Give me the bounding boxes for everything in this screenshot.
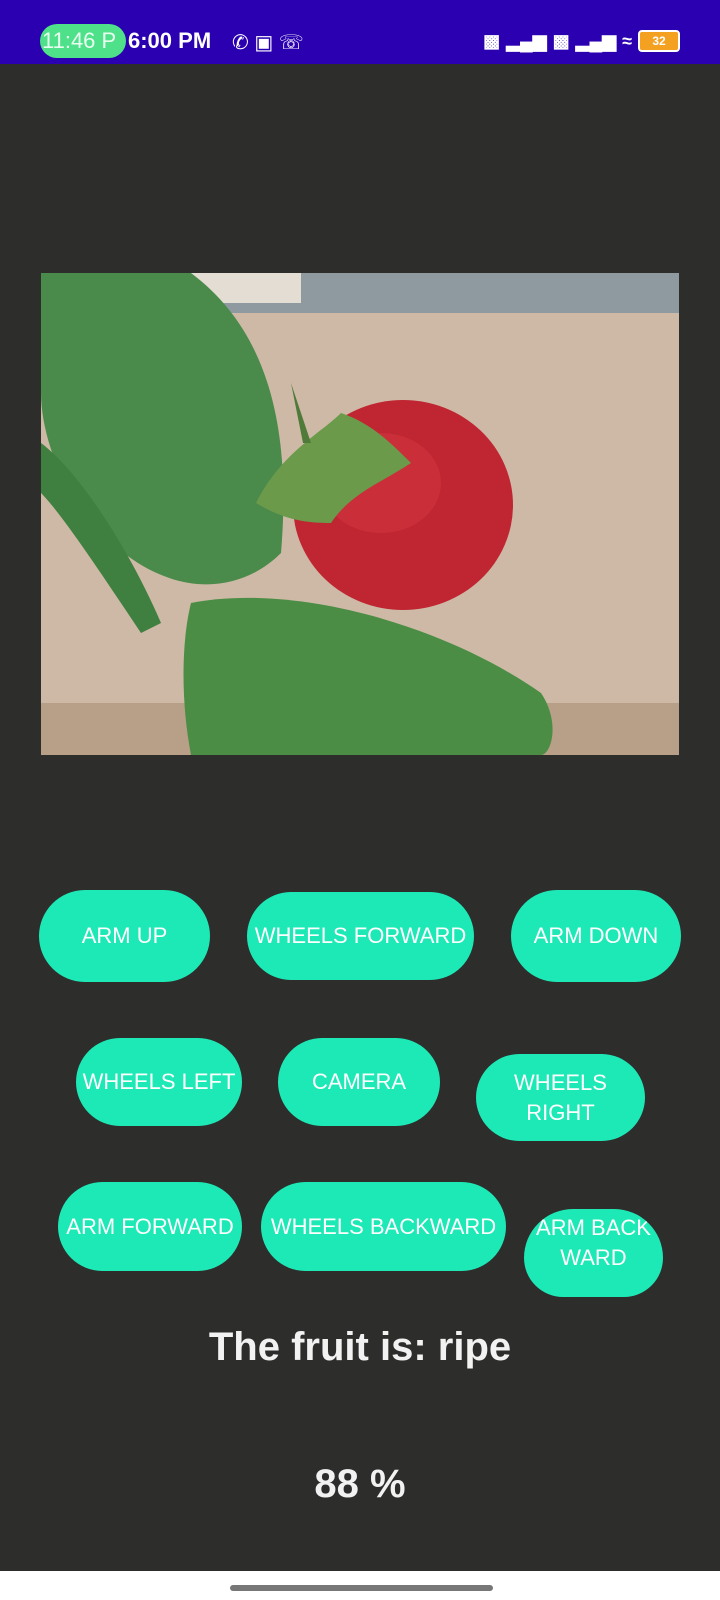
- arm-forward-button[interactable]: ARM FORWARD: [58, 1182, 242, 1271]
- hd-icon: ▩: [483, 30, 501, 51]
- hd-icon: ▩: [552, 30, 570, 51]
- screen-record-icon: ▣: [254, 32, 274, 54]
- wheels-forward-button[interactable]: WHEELS FORWARD: [247, 892, 474, 980]
- arm-down-button[interactable]: ARM DOWN: [511, 890, 681, 982]
- status-bar: 11:46 P 6:00 PM ✆ ▣ ☏ ▩ ▂▄▆ ▩ ▂▄▆ ≈ 32: [0, 0, 720, 64]
- arm-up-button[interactable]: ARM UP: [39, 890, 210, 982]
- fruit-image: [41, 273, 679, 755]
- status-time: 6:00 PM: [128, 28, 212, 53]
- signal-icon: ▂▄▆: [506, 30, 547, 51]
- fruit-status-text: The fruit is: ripe: [208, 1325, 512, 1369]
- wifi-icon: ≈: [622, 30, 632, 51]
- home-handle[interactable]: [230, 1585, 493, 1591]
- confidence-text: 88 %: [314, 1462, 406, 1506]
- camera-button[interactable]: CAMERA: [278, 1038, 440, 1126]
- notification-icons: ✆ ▣ ☏: [232, 30, 304, 55]
- recording-pill: 11:46 P: [40, 24, 126, 58]
- arm-backward-button[interactable]: ARM BACKWARD: [524, 1209, 663, 1297]
- wheels-left-button[interactable]: WHEELS LEFT: [76, 1038, 242, 1126]
- navigation-bar: [0, 1571, 720, 1600]
- system-icons: ▩ ▂▄▆ ▩ ▂▄▆ ≈ 32: [483, 30, 680, 52]
- signal-icon: ▂▄▆: [575, 30, 617, 51]
- whatsapp-icon: ✆: [232, 32, 249, 54]
- wheels-backward-button[interactable]: WHEELS BACKWARD: [261, 1182, 506, 1271]
- battery-icon: 32: [638, 30, 680, 52]
- phone-icon: ☏: [278, 32, 304, 54]
- wheels-right-button[interactable]: WHEELS RIGHT: [476, 1054, 645, 1141]
